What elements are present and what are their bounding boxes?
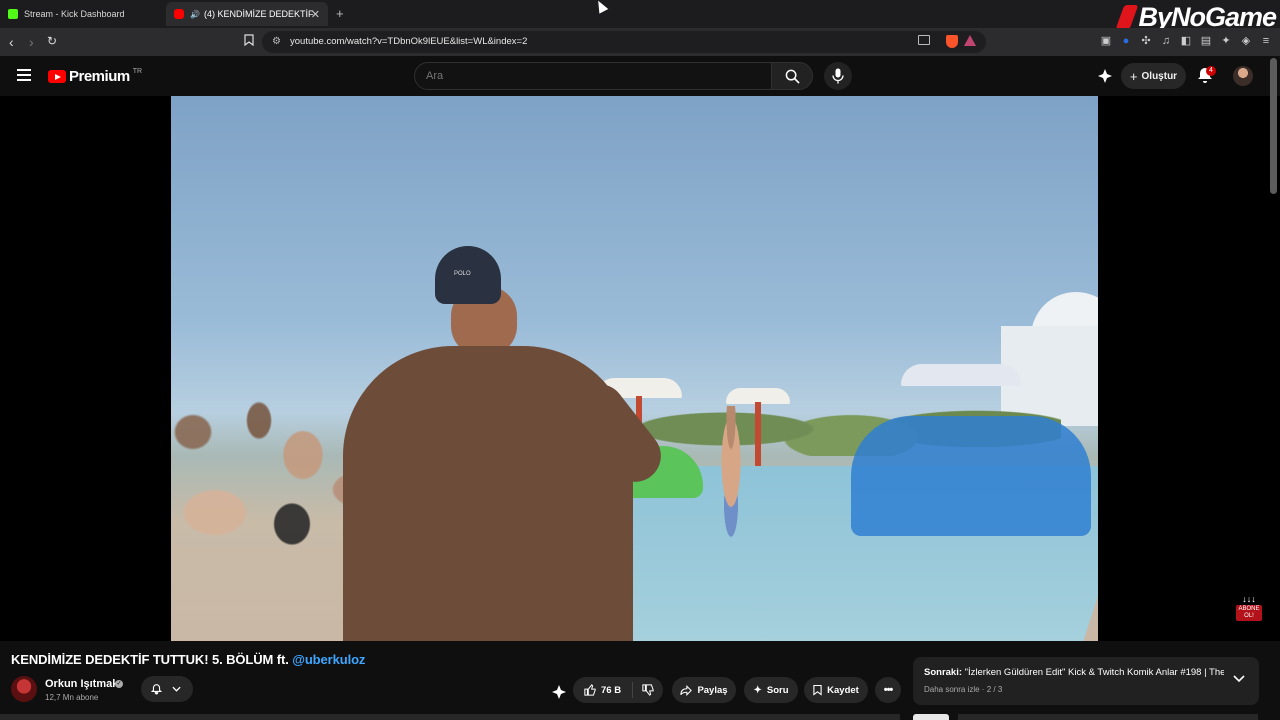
save-bookmark-icon [813,684,822,696]
tab-label: (4) KENDİMİZE DEDEKTİF TUT [203,9,314,19]
tab-label: Stream - Kick Dashboard [24,9,125,19]
like-count: 76 B [601,684,622,696]
chevron-down-icon[interactable] [1233,673,1245,685]
like-button[interactable]: 76 B [573,677,633,703]
sidebar-icon[interactable]: ▣ [1100,35,1112,47]
scene-water-canopy [901,364,1021,386]
close-tab-icon[interactable]: ✕ [311,8,320,21]
video-title: KENDİMİZE DEDEKTİF TUTTUK! 5. BÖLÜM ft. … [11,652,365,667]
create-button[interactable]: + Oluştur [1121,63,1186,89]
tab-youtube-video[interactable]: 🔊 (4) KENDİMİZE DEDEKTİF TUT ✕ [166,2,328,26]
sparkle-icon: ✦ [753,684,762,696]
video-info-section: KENDİMİZE DEDEKTİF TUTTUK! 5. BÖLÜM ft. … [0,641,1280,720]
back-icon[interactable]: ‹ [9,34,14,50]
chip-all-edge[interactable] [913,714,949,720]
bookmark-icon[interactable] [244,34,254,49]
youtube-premium-logo[interactable]: Premium TR [48,68,142,85]
site-settings-icon[interactable]: ⚙ [272,36,281,47]
split-view-icon[interactable]: ◧ [1180,35,1192,47]
microphone-icon [832,68,844,84]
scene-umbrella-pole [755,402,761,472]
video-title-text: KENDİMİZE DEDEKTİF TUTTUK! 5. BÖLÜM ft. [11,652,289,667]
search-box[interactable] [414,62,772,90]
browser-toolbar: ‹ › ↻ ⚙ youtube.com/watch?v=TDbnOk9lEUE&… [0,28,1280,56]
up-next-panel[interactable]: Sonraki: "İzlerken Güldüren Edit" Kick &… [913,657,1259,705]
subscribe-overlay-badge[interactable]: ↓↓↓ ABONE OL! [1236,594,1262,626]
ai-sparkle-icon[interactable] [1097,68,1113,84]
video-player[interactable]: POLO ↓↓↓ ABONE OL! [0,96,1280,641]
youtube-play-icon [48,70,66,83]
youtube-header: Premium TR + Oluştur 4 [0,56,1280,96]
youtube-icon [174,9,184,19]
address-bar[interactable]: ⚙ youtube.com/watch?v=TDbnOk9lEUE&list=W… [262,31,986,53]
subscribed-notifications-button[interactable] [141,676,193,702]
region-code: TR [132,68,143,75]
puzzle-icon[interactable]: ✣ [1140,35,1152,47]
account-avatar[interactable] [1233,66,1253,86]
forward-icon[interactable]: › [29,34,34,50]
tab-kick-dashboard[interactable]: Stream - Kick Dashboard [0,2,166,26]
down-arrows-icon: ↓↓↓ [1242,594,1256,604]
more-icon: ••• [883,684,894,696]
save-label: Kaydet [827,684,859,696]
up-next-subtitle: Daha sonra izle · 2 / 3 [924,685,1003,694]
voice-search-button[interactable] [824,62,852,90]
mention-link[interactable]: @uberkuloz [292,652,365,667]
search-button[interactable] [771,62,813,90]
video-frame[interactable]: POLO [171,96,1098,641]
brave-rewards-icon[interactable] [964,35,976,46]
thumbs-up-icon [584,684,596,696]
brave-shield-icon[interactable] [946,35,958,48]
scene-water-slide [851,416,1091,536]
share-icon [680,684,693,696]
verified-badge-icon: ✓ [115,680,123,688]
logo-text: Premium [69,68,130,85]
bell-icon [151,684,162,695]
mouse-cursor-icon [593,0,609,14]
thumbs-down-icon [642,684,654,696]
page-scrollbar[interactable] [1270,58,1277,194]
notification-count-badge: 4 [1206,66,1216,76]
plus-icon: + [1129,68,1138,84]
dislike-button[interactable] [633,677,663,703]
ask-label: Soru [766,684,789,696]
description-box-edge [0,714,900,720]
speaker-icon: 🔊 [190,9,200,19]
create-label: Oluştur [1141,70,1178,82]
reload-icon[interactable]: ↻ [47,34,57,48]
cap-logo-text: POLO [454,271,471,277]
chevron-down-icon [172,686,181,692]
guide-menu-icon[interactable] [17,69,31,81]
share-button[interactable]: Paylaş [672,677,736,703]
channel-avatar[interactable] [11,676,37,702]
ask-button[interactable]: ✦ Soru [744,677,798,703]
kick-icon [8,9,18,19]
cast-icon[interactable] [918,35,930,45]
chips-row-edge [958,714,1258,720]
browser-tab-bar: Stream - Kick Dashboard 🔊 (4) KENDİMİZE … [0,0,1280,32]
extension-icon[interactable]: ● [1120,35,1132,47]
new-tab-button[interactable]: + [336,6,344,21]
ai-sparkle-icon[interactable] [551,684,567,700]
music-icon[interactable]: ♫ [1160,35,1172,47]
leo-ai-icon[interactable]: ✦ [1220,35,1232,47]
up-next-prefix: Sonraki: [924,667,963,678]
subscribe-overlay-label: ABONE OL! [1236,605,1262,621]
up-next-title: Sonraki: "İzlerken Güldüren Edit" Kick &… [924,667,1224,678]
up-next-video-title: "İzlerken Güldüren Edit" Kick & Twitch K… [964,667,1224,678]
channel-name[interactable]: Orkun Işıtmak [45,678,118,690]
search-input[interactable] [426,70,756,82]
search-icon [785,69,800,84]
menu-icon[interactable]: ≡ [1260,35,1272,47]
subscriber-count: 12,7 Mn abone [45,693,99,702]
scene-running-person [709,406,753,566]
save-button[interactable]: Kaydet [804,677,868,703]
wallet-icon[interactable]: ▤ [1200,35,1212,47]
more-actions-button[interactable]: ••• [875,677,901,703]
scene-man-shirt [343,346,633,641]
url-text: youtube.com/watch?v=TDbnOk9lEUE&list=WL&… [290,36,528,47]
share-label: Paylaş [697,684,728,696]
vpn-icon[interactable]: ◈ [1240,35,1252,47]
